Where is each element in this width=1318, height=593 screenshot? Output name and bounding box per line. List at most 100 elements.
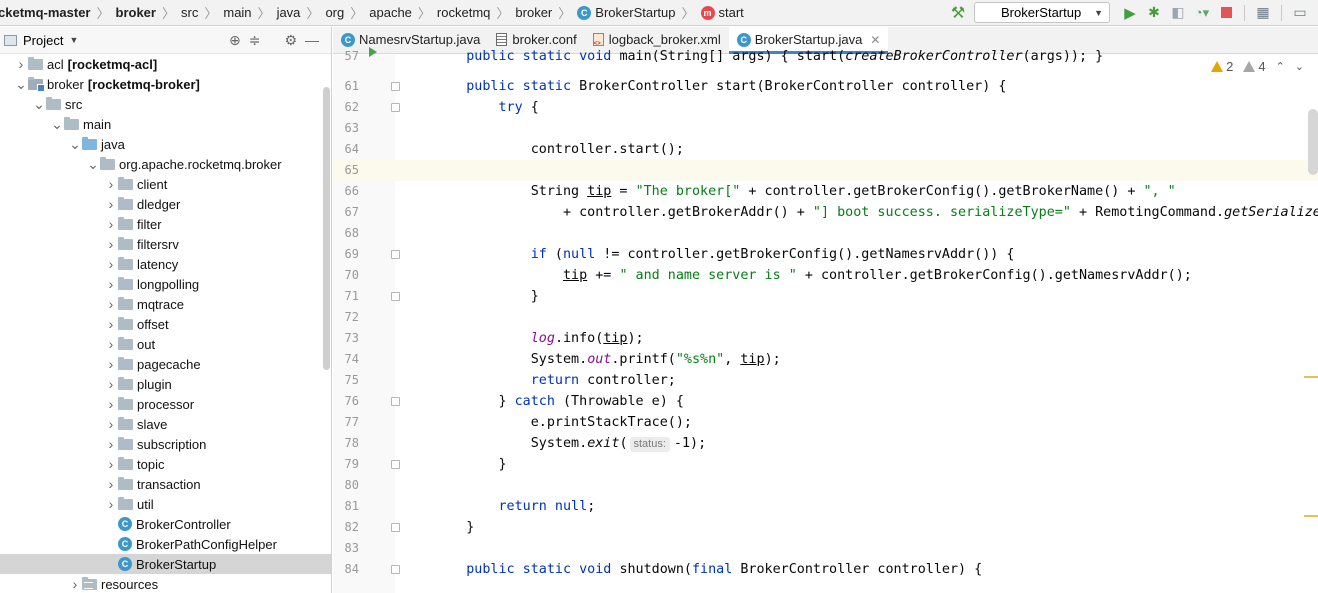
breadcrumb-item[interactable]: src [177, 0, 202, 26]
warning-stripe-marker[interactable] [1304, 515, 1318, 517]
fold-marker-icon[interactable] [391, 460, 400, 469]
previous-highlight-icon[interactable]: ⌃ [1276, 60, 1285, 73]
tree-item[interactable]: C BrokerController [0, 514, 331, 534]
run-configuration-select[interactable]: BrokerStartup ▼ [974, 2, 1110, 23]
chevron-down-icon[interactable]: ⌄ [86, 154, 100, 174]
breadcrumb-item[interactable]: m start [697, 0, 748, 26]
inspection-widget[interactable]: 2 4 ⌃ ⌄ [1211, 59, 1304, 74]
warning-stripe-marker[interactable] [1304, 376, 1318, 378]
debug-icon[interactable]: ✱ [1142, 1, 1166, 25]
next-highlight-icon[interactable]: ⌄ [1295, 60, 1304, 73]
fold-marker-icon[interactable] [391, 82, 400, 91]
code-editor[interactable]: 57 public static void main(String[] args… [333, 47, 1318, 593]
chevron-right-icon[interactable]: › [104, 454, 118, 474]
tree-item[interactable]: ⌄ main [0, 114, 331, 134]
chevron-right-icon[interactable]: › [104, 354, 118, 374]
hide-icon[interactable]: — [305, 32, 319, 48]
tree-item[interactable]: › filtersrv [0, 234, 331, 254]
breadcrumb-item[interactable]: cketmq-master [0, 0, 95, 26]
tree-item[interactable]: › offset [0, 314, 331, 334]
code-line[interactable]: 73 log.info(tip); [333, 328, 1318, 349]
chevron-right-icon[interactable]: › [104, 314, 118, 334]
code-line[interactable]: 63 [333, 118, 1318, 139]
fold-marker-icon[interactable] [391, 523, 400, 532]
chevron-down-icon[interactable]: ⌄ [68, 134, 82, 154]
tree-item[interactable]: ⌄ src [0, 94, 331, 114]
profile-icon[interactable]: ◔▾ [1190, 1, 1214, 25]
breadcrumb-item[interactable]: org [321, 0, 348, 26]
code-line[interactable]: 83 [333, 538, 1318, 559]
code-line[interactable]: 61 public static BrokerController start(… [333, 76, 1318, 97]
chevron-right-icon[interactable]: › [104, 434, 118, 454]
breadcrumb-item[interactable]: apache [365, 0, 416, 26]
code-line[interactable]: 80 [333, 475, 1318, 496]
window-icon[interactable]: ▭ [1288, 1, 1312, 25]
code-line[interactable]: 62 try { [333, 97, 1318, 118]
project-structure-icon[interactable]: ▦ [1251, 1, 1275, 25]
code-line[interactable]: 64 controller.start(); [333, 139, 1318, 160]
chevron-right-icon[interactable]: › [104, 234, 118, 254]
tree-item[interactable]: › longpolling [0, 274, 331, 294]
code-line[interactable]: 71 } [333, 286, 1318, 307]
chevron-right-icon[interactable]: › [14, 54, 28, 74]
code-line[interactable]: 67 + controller.getBrokerAddr() + "] boo… [333, 202, 1318, 223]
code-line[interactable]: 68 [333, 223, 1318, 244]
breadcrumb-item[interactable]: rocketmq [433, 0, 494, 26]
run-icon[interactable]: ▶ [1118, 1, 1142, 25]
editor-scrollbar[interactable] [1308, 109, 1318, 175]
chevron-right-icon[interactable]: › [104, 254, 118, 274]
run-gutter-icon[interactable] [369, 47, 377, 57]
chevron-right-icon[interactable]: › [68, 574, 82, 593]
tree-item[interactable]: › resources [0, 574, 331, 593]
code-line[interactable]: 69 if (null != controller.getBrokerConfi… [333, 244, 1318, 265]
tree-item[interactable]: › acl [rocketmq-acl] [0, 54, 331, 74]
code-line[interactable]: 74 System.out.printf("%s%n", tip); [333, 349, 1318, 370]
chevron-right-icon[interactable]: › [104, 174, 118, 194]
project-view-selector[interactable]: Project ▼ [4, 33, 78, 48]
tree-item[interactable]: › dledger [0, 194, 331, 214]
code-line[interactable]: 70 tip += " and name server is " + contr… [333, 265, 1318, 286]
tree-item[interactable]: › processor [0, 394, 331, 414]
tree-item[interactable]: › topic [0, 454, 331, 474]
chevron-right-icon[interactable]: › [104, 374, 118, 394]
collapse-all-icon[interactable]: ≑ [249, 32, 261, 49]
tree-item[interactable]: ⌄ broker [rocketmq-broker] [0, 74, 331, 94]
chevron-right-icon[interactable]: › [104, 334, 118, 354]
chevron-right-icon[interactable]: › [104, 474, 118, 494]
code-line[interactable]: 75 return controller; [333, 370, 1318, 391]
fold-marker-icon[interactable] [391, 250, 400, 259]
breadcrumb-item[interactable]: java [273, 0, 305, 26]
tree-item[interactable]: › latency [0, 254, 331, 274]
locate-file-icon[interactable]: ⊕ [229, 32, 241, 49]
tree-item[interactable]: › client [0, 174, 331, 194]
breadcrumb-item[interactable]: broker [112, 0, 160, 26]
chevron-right-icon[interactable]: › [104, 274, 118, 294]
code-line[interactable]: 77 e.printStackTrace(); [333, 412, 1318, 433]
tree-item[interactable]: › pagecache [0, 354, 331, 374]
code-line[interactable]: 76 } catch (Throwable e) { [333, 391, 1318, 412]
code-line[interactable]: 66 String tip = "The broker[" + controll… [333, 181, 1318, 202]
chevron-down-icon[interactable]: ⌄ [32, 94, 46, 114]
warning-count[interactable]: 2 [1211, 59, 1233, 74]
fold-marker-icon[interactable] [391, 565, 400, 574]
breadcrumb-item[interactable]: broker [511, 0, 556, 26]
breadcrumb-item[interactable]: C BrokerStartup [573, 0, 679, 26]
code-line[interactable]: 72 [333, 307, 1318, 328]
project-tree-scrollbar[interactable] [323, 87, 330, 370]
chevron-right-icon[interactable]: › [104, 194, 118, 214]
tree-item[interactable]: › out [0, 334, 331, 354]
chevron-right-icon[interactable]: › [104, 214, 118, 234]
code-line[interactable]: 84 public static void shutdown(final Bro… [333, 559, 1318, 580]
tree-item[interactable]: › util [0, 494, 331, 514]
tree-item[interactable]: › filter [0, 214, 331, 234]
code-line[interactable]: 82 } [333, 517, 1318, 538]
weak-warning-count[interactable]: 4 [1243, 59, 1266, 74]
code-line[interactable]: 65 [333, 160, 1318, 181]
code-line[interactable]: 78 System.exit(status: -1); [333, 433, 1318, 454]
tree-item[interactable]: C BrokerStartup [0, 554, 331, 574]
gear-icon[interactable]: ⚙ [284, 32, 297, 49]
fold-marker-icon[interactable] [391, 103, 400, 112]
code-line[interactable]: 79 } [333, 454, 1318, 475]
fold-marker-icon[interactable] [391, 397, 400, 406]
code-line[interactable]: 57 public static void main(String[] args… [333, 46, 1318, 67]
